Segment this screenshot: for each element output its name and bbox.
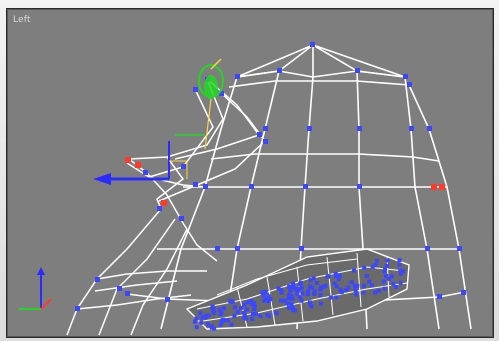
mesh-vertex[interactable] xyxy=(228,299,233,303)
mesh-vertex[interactable] xyxy=(383,267,388,271)
mesh-vertex[interactable] xyxy=(364,273,369,278)
mesh-vertex[interactable] xyxy=(307,284,312,289)
mesh-vertex[interactable] xyxy=(292,285,296,290)
mesh-vertex[interactable] xyxy=(258,314,263,318)
mesh-vertex[interactable] xyxy=(267,313,272,318)
mesh-vertex[interactable] xyxy=(297,295,302,300)
mesh-vertex[interactable] xyxy=(296,288,301,293)
mesh-vertex[interactable] xyxy=(244,307,249,312)
gizmo-arrow-x[interactable] xyxy=(93,173,111,185)
mesh-vertex[interactable] xyxy=(242,302,247,307)
mesh-vertex[interactable] xyxy=(299,298,304,303)
mesh-vertex[interactable] xyxy=(298,282,303,287)
mesh-vertex[interactable] xyxy=(369,283,374,288)
mesh-vertex[interactable] xyxy=(309,304,314,309)
mesh-vertex[interactable] xyxy=(352,284,357,288)
mesh-vertex[interactable] xyxy=(398,271,403,276)
mesh-vertex[interactable] xyxy=(367,279,372,284)
mesh-vertex[interactable] xyxy=(332,281,337,286)
mesh-vertex[interactable] xyxy=(398,280,403,285)
mesh-vertex[interactable] xyxy=(289,305,294,310)
mesh-vertex[interactable] xyxy=(206,322,210,327)
viewport-left[interactable]: Left xyxy=(6,8,494,338)
mesh-vertex[interactable] xyxy=(229,322,234,327)
mesh-vertex[interactable] xyxy=(346,285,351,290)
mesh-vertex[interactable] xyxy=(312,291,317,296)
mesh-vertex[interactable] xyxy=(397,258,402,262)
mesh-vertex[interactable] xyxy=(308,278,313,283)
mesh-vertex[interactable] xyxy=(384,274,389,278)
mesh-vertex[interactable] xyxy=(287,292,292,297)
mesh-vertex[interactable] xyxy=(264,297,269,302)
mesh-vertex[interactable] xyxy=(385,258,390,263)
app-window: Left xyxy=(0,0,499,341)
mesh-vertex[interactable] xyxy=(334,295,339,300)
mesh-vertex[interactable] xyxy=(373,290,378,295)
mesh-vertex[interactable] xyxy=(232,313,237,318)
mesh-vertex[interactable] xyxy=(376,288,381,293)
mesh-vertex[interactable] xyxy=(287,284,292,289)
mesh-vertex[interactable] xyxy=(252,307,257,312)
mesh-vertex[interactable] xyxy=(221,317,226,322)
mesh-vertex[interactable] xyxy=(279,290,284,295)
mesh-vertex[interactable] xyxy=(370,264,375,269)
mesh-vertex[interactable] xyxy=(246,300,251,305)
mesh-vertex[interactable] xyxy=(276,286,281,291)
mesh-vertex[interactable] xyxy=(361,290,366,295)
mesh-vertex[interactable] xyxy=(381,279,386,284)
mesh-vertex[interactable] xyxy=(211,307,216,311)
mesh-vertex[interactable] xyxy=(222,306,227,311)
mesh-vertex[interactable] xyxy=(194,325,199,330)
mesh-vertex[interactable] xyxy=(389,274,394,279)
mesh-vertex[interactable] xyxy=(375,258,380,263)
mesh-vertex[interactable] xyxy=(328,295,333,300)
mesh-vertex[interactable] xyxy=(218,322,223,327)
mesh-vertex[interactable] xyxy=(193,319,197,324)
mesh-vertex[interactable] xyxy=(235,309,240,314)
mesh-vertex[interactable] xyxy=(391,281,396,286)
mesh-vertex[interactable] xyxy=(314,281,319,285)
mesh-vertex[interactable] xyxy=(325,274,330,279)
selected-mesh-patch[interactable] xyxy=(185,248,410,331)
mesh-vertex[interactable] xyxy=(198,311,203,315)
mesh-vertex[interactable] xyxy=(250,312,255,317)
mesh-vertex[interactable] xyxy=(339,290,344,295)
mesh-vertex[interactable] xyxy=(292,308,297,313)
mesh-vertex[interactable] xyxy=(290,296,295,301)
mesh-vertex[interactable] xyxy=(291,281,296,286)
mesh-vertex[interactable] xyxy=(318,293,323,297)
mesh-vertex[interactable] xyxy=(199,320,204,325)
mesh-vertex[interactable] xyxy=(219,310,224,315)
wireframe-scene[interactable] xyxy=(7,9,493,337)
mesh-vertex[interactable] xyxy=(263,289,268,294)
mesh-vertex[interactable] xyxy=(211,310,216,315)
mesh-vertex[interactable] xyxy=(337,273,342,278)
mesh-vertex[interactable] xyxy=(349,280,354,285)
mesh-vertex[interactable] xyxy=(232,305,237,310)
mesh-vertex[interactable] xyxy=(352,268,356,273)
mesh-vertex[interactable] xyxy=(362,265,367,270)
mesh-vertex[interactable] xyxy=(334,274,338,279)
mesh-vertex[interactable] xyxy=(209,324,214,329)
mesh-vertex[interactable] xyxy=(279,298,283,303)
mesh-vertex[interactable] xyxy=(300,291,305,296)
mesh-vertex[interactable] xyxy=(305,292,310,297)
mesh-vertex[interactable] xyxy=(353,288,358,293)
mesh-vertex[interactable] xyxy=(273,310,278,315)
mesh-vertex[interactable] xyxy=(285,301,290,306)
mesh-vertex[interactable] xyxy=(288,288,293,293)
mesh-vertex[interactable] xyxy=(362,283,367,288)
mesh-vertex[interactable] xyxy=(318,301,323,306)
mesh-vertex[interactable] xyxy=(382,286,387,291)
mesh-vertex[interactable] xyxy=(203,313,208,318)
mesh-vertex[interactable] xyxy=(354,292,359,297)
axis-tripod xyxy=(19,267,52,310)
mesh-vertex[interactable] xyxy=(397,262,402,267)
mesh-vertex[interactable] xyxy=(252,301,257,306)
mesh-vertex[interactable] xyxy=(289,302,294,307)
mesh-vertex[interactable] xyxy=(323,283,328,288)
mesh-vertex[interactable] xyxy=(250,317,255,322)
mesh-vertex[interactable] xyxy=(225,318,230,323)
mesh-vertex[interactable] xyxy=(261,293,266,298)
